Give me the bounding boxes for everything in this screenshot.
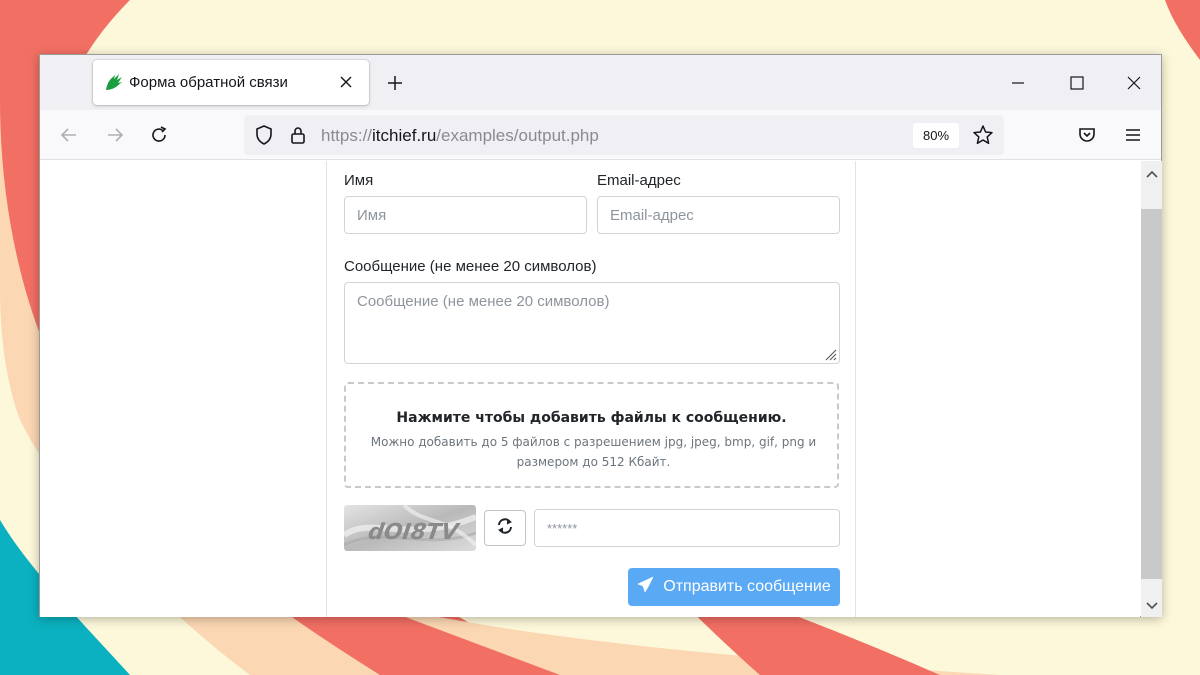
captcha-image: dOI8TV <box>344 505 476 551</box>
file-dropzone[interactable]: Нажмите чтобы добавить файлы к сообщению… <box>344 382 839 488</box>
refresh-icon <box>496 517 514 540</box>
url-text[interactable]: https://itchief.ru/examples/output.php <box>321 126 599 146</box>
dropzone-title: Нажмите чтобы добавить файлы к сообщению… <box>396 410 787 426</box>
close-window-button[interactable] <box>1120 69 1148 97</box>
captcha-code: dOI8TV <box>366 519 461 545</box>
message-textarea[interactable]: Сообщение (не менее 20 символов) <box>344 282 840 364</box>
captcha-input[interactable]: ****** <box>534 509 840 547</box>
submit-button[interactable]: Отправить сообщение <box>628 568 840 606</box>
name-placeholder: Имя <box>357 207 387 224</box>
page-content: Имя Email-адрес Имя Email-адрес Сообщени… <box>40 161 1140 617</box>
message-label: Сообщение (не менее 20 символов) <box>344 258 597 275</box>
submit-label: Отправить сообщение <box>663 578 831 595</box>
url-path: /examples/output.php <box>436 126 599 145</box>
itchief-hand-icon <box>103 72 123 92</box>
vertical-scrollbar[interactable] <box>1141 161 1162 617</box>
back-arrow-icon[interactable] <box>55 121 83 149</box>
name-label: Имя <box>344 172 374 189</box>
pocket-icon[interactable] <box>1073 121 1101 149</box>
url-host: itchief.ru <box>372 126 437 145</box>
lock-icon[interactable] <box>288 125 308 145</box>
url-bar[interactable]: https://itchief.ru/examples/output.php 8… <box>244 115 1004 155</box>
scrollbar-thumb[interactable] <box>1141 209 1162 579</box>
paper-plane-icon <box>637 576 654 598</box>
url-scheme: https:// <box>321 126 373 145</box>
resize-grip-icon[interactable] <box>823 347 837 361</box>
message-placeholder: Сообщение (не менее 20 символов) <box>357 293 610 310</box>
name-input[interactable]: Имя <box>344 196 587 234</box>
zoom-level-badge[interactable]: 80% <box>913 123 959 148</box>
minimize-window-button[interactable] <box>1004 69 1032 97</box>
navigation-bar: https://itchief.ru/examples/output.php 8… <box>40 110 1161 160</box>
email-label: Email-адрес <box>597 172 681 189</box>
email-placeholder: Email-адрес <box>610 207 694 224</box>
scroll-down-icon[interactable] <box>1141 595 1162 617</box>
tab-bar: Форма обратной связи <box>40 55 1161 110</box>
forward-arrow-icon[interactable] <box>101 121 129 149</box>
menu-hamburger-icon[interactable] <box>1119 121 1147 149</box>
bookmark-star-icon[interactable] <box>972 124 994 146</box>
reload-icon[interactable] <box>145 121 173 149</box>
form-container: Имя Email-адрес Имя Email-адрес Сообщени… <box>326 161 856 617</box>
scroll-up-icon[interactable] <box>1141 163 1162 185</box>
maximize-window-button[interactable] <box>1063 69 1091 97</box>
close-tab-icon[interactable] <box>335 71 357 93</box>
tab-active[interactable]: Форма обратной связи <box>93 60 369 105</box>
captcha-placeholder: ****** <box>547 521 578 536</box>
browser-window: Форма обратной связи https://itchief.ru/… <box>39 54 1162 617</box>
tab-title: Форма обратной связи <box>129 74 288 91</box>
email-input[interactable]: Email-адрес <box>597 196 840 234</box>
dropzone-hint: Можно добавить до 5 файлов с разрешением… <box>370 435 817 469</box>
captcha-refresh-button[interactable] <box>484 510 526 546</box>
new-tab-button[interactable] <box>381 69 409 97</box>
shield-icon[interactable] <box>254 125 274 145</box>
